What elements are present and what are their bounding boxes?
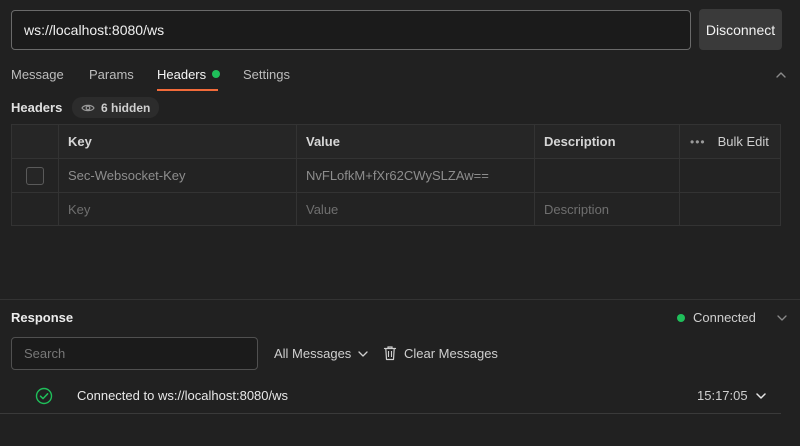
tab-params[interactable]: Params bbox=[89, 67, 134, 89]
response-title: Response bbox=[11, 310, 74, 325]
tab-settings[interactable]: Settings bbox=[243, 67, 290, 89]
row-checkbox-cell bbox=[12, 159, 59, 192]
bulk-edit-label: Bulk Edit bbox=[717, 134, 769, 149]
eye-icon bbox=[81, 104, 95, 111]
url-text: ws://localhost:8080/ws bbox=[24, 22, 165, 38]
hidden-headers-toggle[interactable]: 6 hidden bbox=[72, 97, 160, 118]
message-filter-dropdown[interactable]: All Messages bbox=[274, 346, 369, 361]
column-header-key: Key bbox=[59, 125, 297, 158]
tab-settings-label: Settings bbox=[243, 67, 290, 82]
row-checkbox[interactable] bbox=[26, 166, 44, 185]
header-description-cell[interactable] bbox=[535, 159, 680, 192]
new-description-input[interactable]: Description bbox=[535, 193, 680, 225]
list-item[interactable]: Connected to ws://localhost:8080/ws 15:1… bbox=[0, 378, 781, 414]
headers-indicator-dot bbox=[212, 70, 221, 78]
connection-status-label: Connected bbox=[693, 310, 756, 325]
active-tab-underline bbox=[157, 89, 218, 91]
new-row-checkbox-cell bbox=[12, 193, 59, 225]
column-header-value: Value bbox=[297, 125, 535, 158]
hidden-count: 6 hidden bbox=[101, 100, 151, 115]
bulk-edit-button[interactable]: ••• Bulk Edit bbox=[690, 134, 769, 149]
chevron-down-icon[interactable] bbox=[755, 390, 767, 402]
header-value-cell[interactable]: NvFLofkM+fXr62CWySLZAw== bbox=[297, 159, 535, 192]
message-timestamp: 15:17:05 bbox=[697, 388, 748, 403]
chevron-up-icon[interactable] bbox=[774, 68, 788, 82]
headers-table: Key Value Description ••• Bulk Edit Sec-… bbox=[11, 124, 781, 226]
tab-params-label: Params bbox=[89, 67, 134, 82]
trash-icon bbox=[383, 346, 397, 361]
connection-status: Connected bbox=[677, 310, 756, 325]
new-value-input[interactable]: Value bbox=[297, 193, 535, 225]
row-actions-cell bbox=[680, 159, 780, 192]
panel-divider[interactable] bbox=[0, 299, 800, 300]
clear-messages-button[interactable]: Clear Messages bbox=[383, 345, 498, 361]
chevron-down-icon[interactable] bbox=[776, 312, 788, 324]
message-text: Connected to ws://localhost:8080/ws bbox=[77, 388, 289, 403]
tab-message[interactable]: Message bbox=[11, 67, 64, 89]
chevron-down-icon bbox=[358, 350, 368, 357]
more-dots-icon: ••• bbox=[690, 134, 706, 149]
header-checkbox-cell bbox=[12, 125, 59, 158]
new-key-input[interactable]: Key bbox=[59, 193, 297, 225]
table-row: Sec-Websocket-Key NvFLofkM+fXr62CWySLZAw… bbox=[12, 159, 780, 193]
headers-section-title: Headers bbox=[11, 100, 63, 115]
message-filter-label: All Messages bbox=[274, 346, 352, 361]
table-header-row: Key Value Description ••• Bulk Edit bbox=[12, 125, 780, 159]
new-row-actions-cell bbox=[680, 193, 780, 225]
column-header-description: Description bbox=[535, 125, 680, 158]
disconnect-button[interactable]: Disconnect bbox=[699, 9, 782, 50]
bulk-edit-cell: ••• Bulk Edit bbox=[680, 125, 780, 158]
new-header-row: Key Value Description bbox=[12, 193, 780, 225]
connected-dot-icon bbox=[677, 313, 685, 322]
tab-headers-label: Headers bbox=[157, 67, 207, 82]
check-circle-icon bbox=[35, 387, 53, 405]
url-input[interactable]: ws://localhost:8080/ws bbox=[11, 10, 691, 50]
tab-message-label: Message bbox=[11, 67, 64, 82]
clear-messages-label: Clear Messages bbox=[404, 345, 498, 361]
messages-search-input[interactable] bbox=[11, 337, 258, 370]
header-key-cell[interactable]: Sec-Websocket-Key bbox=[59, 159, 297, 192]
tab-headers[interactable]: Headers bbox=[157, 67, 221, 89]
